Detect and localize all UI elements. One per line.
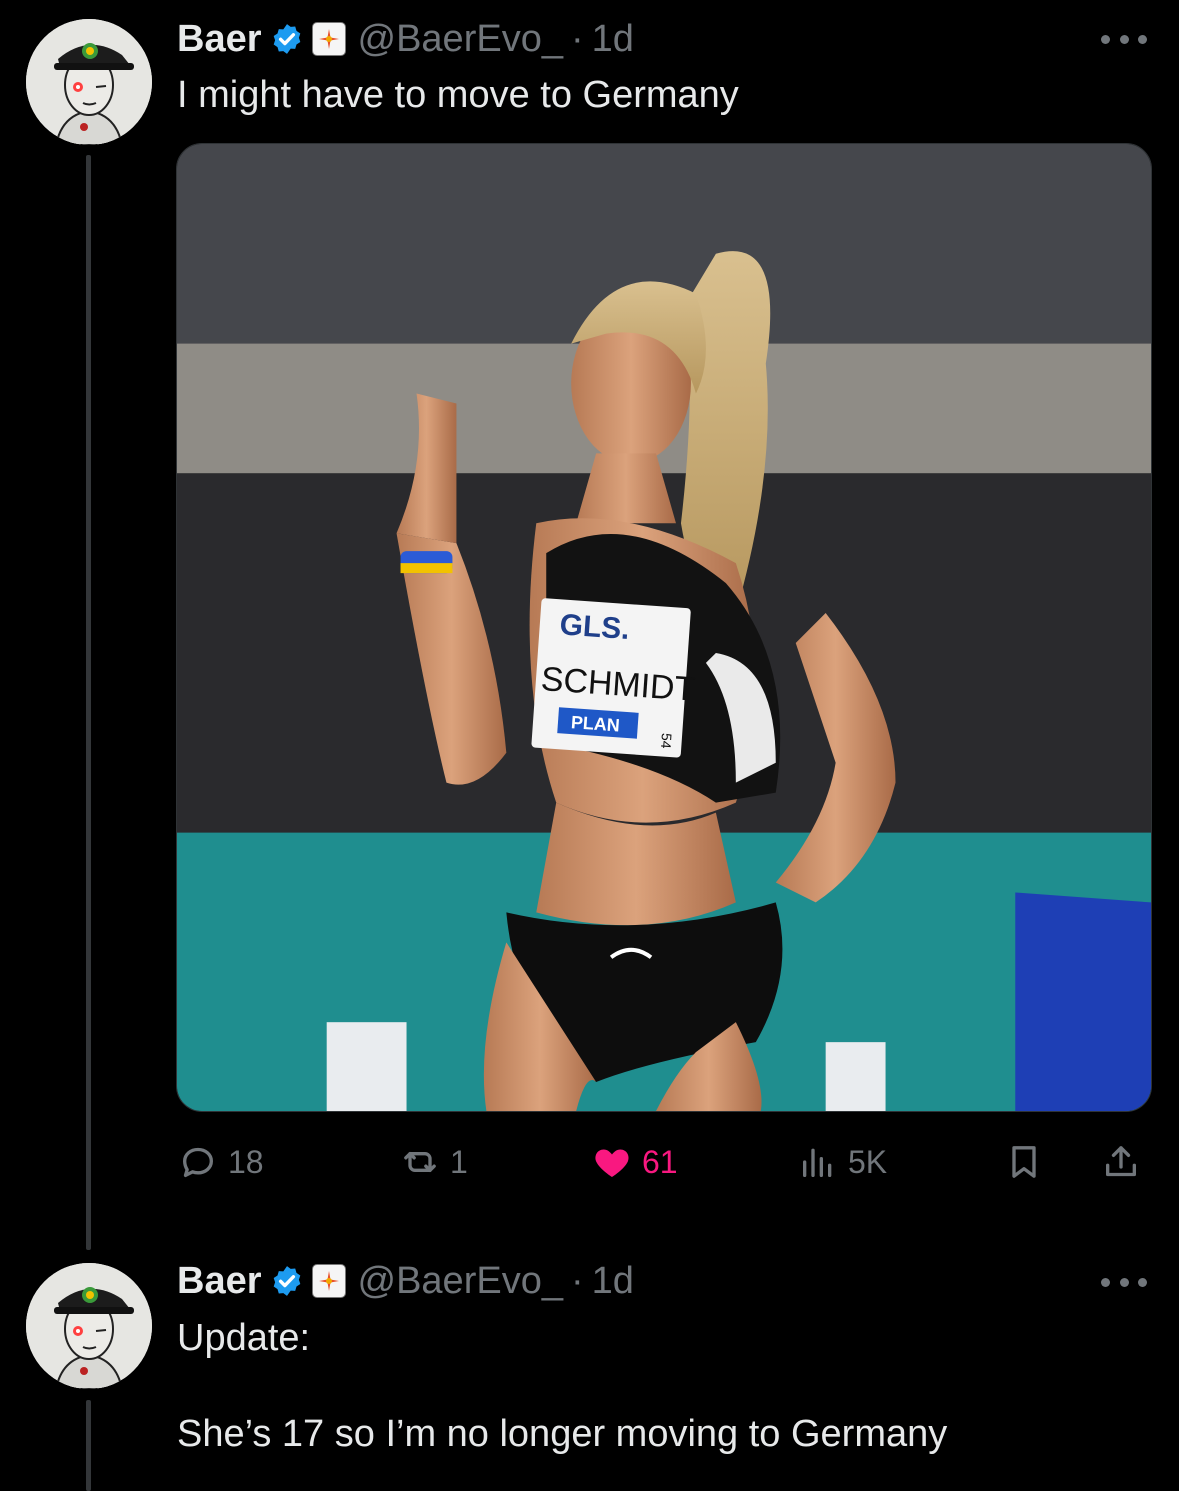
avatar[interactable] xyxy=(26,1263,152,1389)
bib-number: 54 xyxy=(658,733,675,750)
avatar[interactable] xyxy=(26,19,152,145)
tweet-header: Baer @BaerEvo_ · 1d xyxy=(177,14,634,64)
thread-line xyxy=(86,155,91,1250)
more-icon[interactable] xyxy=(1101,1272,1147,1292)
separator: · xyxy=(570,17,584,60)
verified-badge-icon xyxy=(273,24,300,54)
author-name[interactable]: Baer xyxy=(177,18,262,61)
author-handle[interactable]: @BaerEvo_ xyxy=(358,18,563,61)
share-icon xyxy=(1106,1146,1136,1177)
view-count: 5K xyxy=(848,1143,888,1180)
tweet-text: Update: She’s 17 so I’m no longer moving… xyxy=(177,1317,948,1455)
tweet-header: Baer @BaerEvo_ · 1d xyxy=(177,1256,634,1306)
verified-badge-icon xyxy=(273,1266,300,1296)
timestamp[interactable]: 1d xyxy=(592,18,634,61)
timestamp[interactable]: 1d xyxy=(592,1260,634,1303)
like-count: 61 xyxy=(642,1143,678,1180)
affiliate-badge-icon[interactable] xyxy=(311,1264,346,1298)
bookmark-icon xyxy=(1012,1146,1036,1178)
repost-count: 1 xyxy=(450,1143,468,1180)
author-name[interactable]: Baer xyxy=(177,1260,262,1303)
bib-footer: PLAN xyxy=(570,712,620,735)
share-button[interactable] xyxy=(1101,1135,1141,1189)
action-bar: 18 1 61 5K xyxy=(0,1135,1179,1189)
views-button[interactable]: 5K xyxy=(798,1135,887,1189)
reply-icon xyxy=(183,1147,213,1177)
thread-line xyxy=(86,1400,91,1491)
author-handle[interactable]: @BaerEvo_ xyxy=(358,1260,563,1303)
separator: · xyxy=(570,1259,584,1302)
reply-button[interactable]: 18 xyxy=(178,1135,264,1189)
bookmark-button[interactable] xyxy=(1004,1135,1044,1189)
like-icon xyxy=(595,1149,629,1177)
like-button[interactable]: 61 xyxy=(592,1135,678,1189)
repost-icon xyxy=(404,1152,436,1172)
repost-button[interactable]: 1 xyxy=(400,1135,468,1189)
bib-sponsor: GLS. xyxy=(559,608,631,646)
tweet-text: I might have to move to Germany xyxy=(177,74,739,116)
affiliate-badge-icon[interactable] xyxy=(311,22,346,56)
more-icon[interactable] xyxy=(1101,29,1147,49)
tweet-image[interactable]: GLS. SCHMIDT PLAN 54 xyxy=(176,143,1152,1112)
reply-count: 18 xyxy=(228,1143,264,1180)
views-icon xyxy=(803,1148,832,1177)
